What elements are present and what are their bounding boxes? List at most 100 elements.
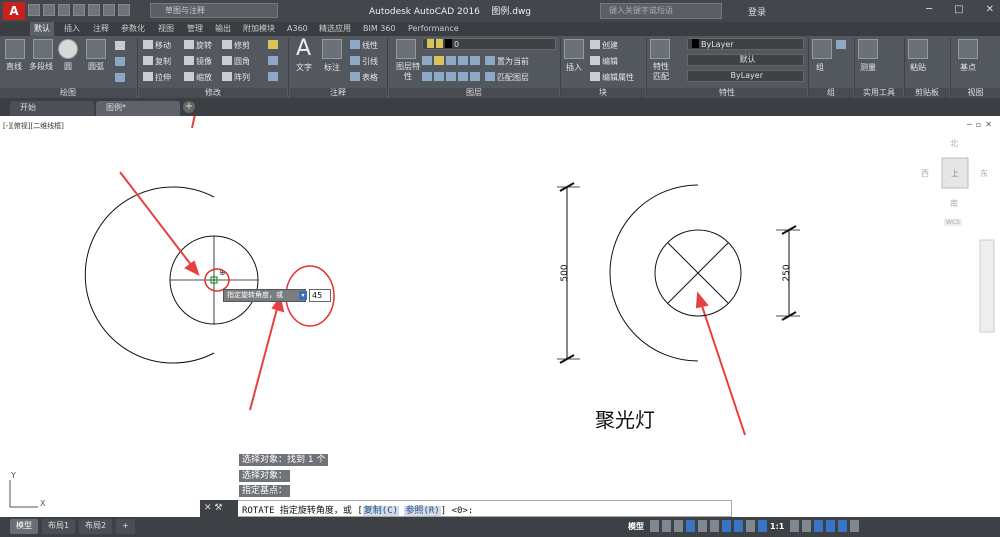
option-copy[interactable]: 复制(C)	[362, 506, 400, 516]
text-icon[interactable]: A	[296, 36, 311, 61]
option-reference[interactable]: 参照(R)	[404, 506, 441, 516]
edit-attribute-button[interactable]: 编辑属性	[590, 72, 634, 83]
layers-panel-title[interactable]: 图层	[389, 88, 559, 98]
model-space-button[interactable]: 模型	[628, 521, 644, 532]
isolate-icon[interactable]	[814, 520, 824, 532]
scale-display[interactable]: 1:1	[770, 522, 784, 531]
transparency-icon[interactable]	[746, 520, 755, 532]
circle-button[interactable]: 圆	[64, 61, 72, 72]
trim-button[interactable]: 修剪	[222, 40, 250, 51]
view-panel-title[interactable]: 视图	[951, 88, 1000, 98]
measure-button[interactable]: 测量	[860, 62, 876, 73]
stretch-button[interactable]: 拉伸	[143, 72, 171, 83]
osnap-tracking-icon[interactable]	[710, 520, 719, 532]
utilities-panel-title[interactable]: 实用工具	[855, 88, 903, 98]
line-button[interactable]: 直线	[6, 61, 22, 72]
lineweight-icon[interactable]	[734, 520, 743, 532]
modify-panel-title[interactable]: 修改	[139, 88, 287, 98]
new-icon[interactable]	[28, 4, 40, 16]
layer-properties-icon[interactable]	[396, 39, 416, 59]
isodraft-icon[interactable]	[698, 520, 707, 532]
maximize-icon[interactable]: □	[954, 4, 963, 15]
add-layout-button[interactable]: +	[116, 519, 135, 534]
gear-icon[interactable]	[790, 520, 800, 532]
paste-button[interactable]: 粘贴	[910, 62, 926, 73]
group-button[interactable]: 组	[816, 62, 824, 73]
login-button[interactable]: 登录	[748, 5, 766, 18]
properties-panel-title[interactable]: 特性	[647, 88, 807, 98]
erase-icon[interactable]	[268, 40, 280, 50]
text-button[interactable]: 文字	[296, 62, 312, 73]
options-arrow-icon[interactable]: ▾	[299, 291, 307, 300]
workspace-selector[interactable]: 草图与注释	[150, 3, 278, 18]
rectangle-icon[interactable]	[115, 41, 127, 51]
viewcube-south[interactable]: 南	[950, 198, 958, 209]
redo-icon[interactable]	[118, 4, 130, 16]
arc-icon[interactable]	[86, 39, 106, 59]
wcs-menu[interactable]: WCS	[944, 219, 962, 226]
polar-icon[interactable]	[686, 520, 695, 532]
circle-icon[interactable]	[58, 39, 78, 59]
open-icon[interactable]	[43, 4, 55, 16]
make-current-button[interactable]: 置为当前	[485, 56, 529, 67]
explode-icon[interactable]	[268, 56, 280, 66]
linear-button[interactable]: 线性	[350, 40, 378, 51]
dimension-icon[interactable]	[322, 39, 342, 59]
new-tab-button[interactable]: +	[183, 101, 195, 113]
layer-tools-row2[interactable]	[422, 72, 482, 82]
layer-dropdown[interactable]: 0	[422, 38, 556, 50]
close-icon[interactable]: ✕	[986, 4, 994, 15]
layout-tab-layout1[interactable]: 布局1	[42, 519, 76, 534]
rotation-angle-input[interactable]: 45	[309, 289, 331, 302]
lineweight-dropdown[interactable]: ByLayer	[687, 70, 804, 82]
block-panel-title[interactable]: 块	[561, 88, 645, 98]
viewcube-top[interactable]: 上	[951, 168, 959, 179]
command-prompt[interactable]: ROTATE 指定旋转角度，或 [复制(C) 参照(R)] <0>:	[242, 503, 473, 516]
tab-annotate[interactable]: 注释	[89, 22, 113, 36]
tab-default[interactable]: 默认	[30, 22, 54, 36]
tab-parametric[interactable]: 参数化	[117, 22, 149, 36]
line-icon[interactable]	[5, 39, 25, 59]
app-menu-button[interactable]: A	[3, 2, 25, 20]
paste-icon[interactable]	[908, 39, 928, 59]
tab-insert[interactable]: 插入	[60, 22, 84, 36]
osnap-icon[interactable]	[722, 520, 731, 532]
tab-output[interactable]: 输出	[211, 22, 235, 36]
annotation-scale-icon[interactable]	[758, 520, 767, 532]
doc-tab-start[interactable]: 开始	[10, 101, 94, 116]
color-dropdown[interactable]: ByLayer	[687, 38, 804, 50]
offset-icon[interactable]	[268, 72, 280, 82]
match-properties-button[interactable]: 特性匹配	[650, 62, 672, 82]
polyline-button[interactable]: 多段线	[29, 61, 53, 72]
viewcube-west[interactable]: 西	[921, 168, 929, 179]
hatch-icon[interactable]	[115, 57, 127, 67]
dimension-button[interactable]: 标注	[324, 62, 340, 73]
leader-button[interactable]: 引线	[350, 56, 378, 67]
plus-icon[interactable]	[802, 520, 812, 532]
navigation-bar[interactable]	[979, 239, 995, 333]
match-properties-icon[interactable]	[650, 39, 670, 59]
region-icon[interactable]	[115, 73, 127, 83]
ortho-icon[interactable]	[674, 520, 683, 532]
search-input[interactable]: 键入关键字或短语	[600, 3, 722, 19]
clipboard-panel-title[interactable]: 剪贴板	[905, 88, 949, 98]
move-button[interactable]: 移动	[143, 40, 171, 51]
viewcube-east[interactable]: 东	[980, 168, 988, 179]
group-icon[interactable]	[812, 39, 832, 59]
mirror-button[interactable]: 镜像	[184, 56, 212, 67]
insert-block-button[interactable]: 插入	[566, 62, 582, 73]
tab-bim360[interactable]: BIM 360	[359, 22, 400, 36]
tab-addins[interactable]: 附加模块	[239, 22, 279, 36]
linetype-dropdown[interactable]: 默认	[687, 54, 804, 66]
create-block-button[interactable]: 创建	[590, 40, 618, 51]
group-tools[interactable]	[836, 40, 848, 50]
measure-icon[interactable]	[858, 39, 878, 59]
tab-a360[interactable]: A360	[283, 22, 312, 36]
layout-tab-layout2[interactable]: 布局2	[79, 519, 113, 534]
tab-view[interactable]: 视图	[154, 22, 178, 36]
layer-properties-button[interactable]: 图层特性	[394, 62, 422, 82]
undo-icon[interactable]	[103, 4, 115, 16]
minimize-icon[interactable]: ─	[926, 4, 932, 15]
array-button[interactable]: 阵列	[222, 72, 250, 83]
table-button[interactable]: 表格	[350, 72, 378, 83]
